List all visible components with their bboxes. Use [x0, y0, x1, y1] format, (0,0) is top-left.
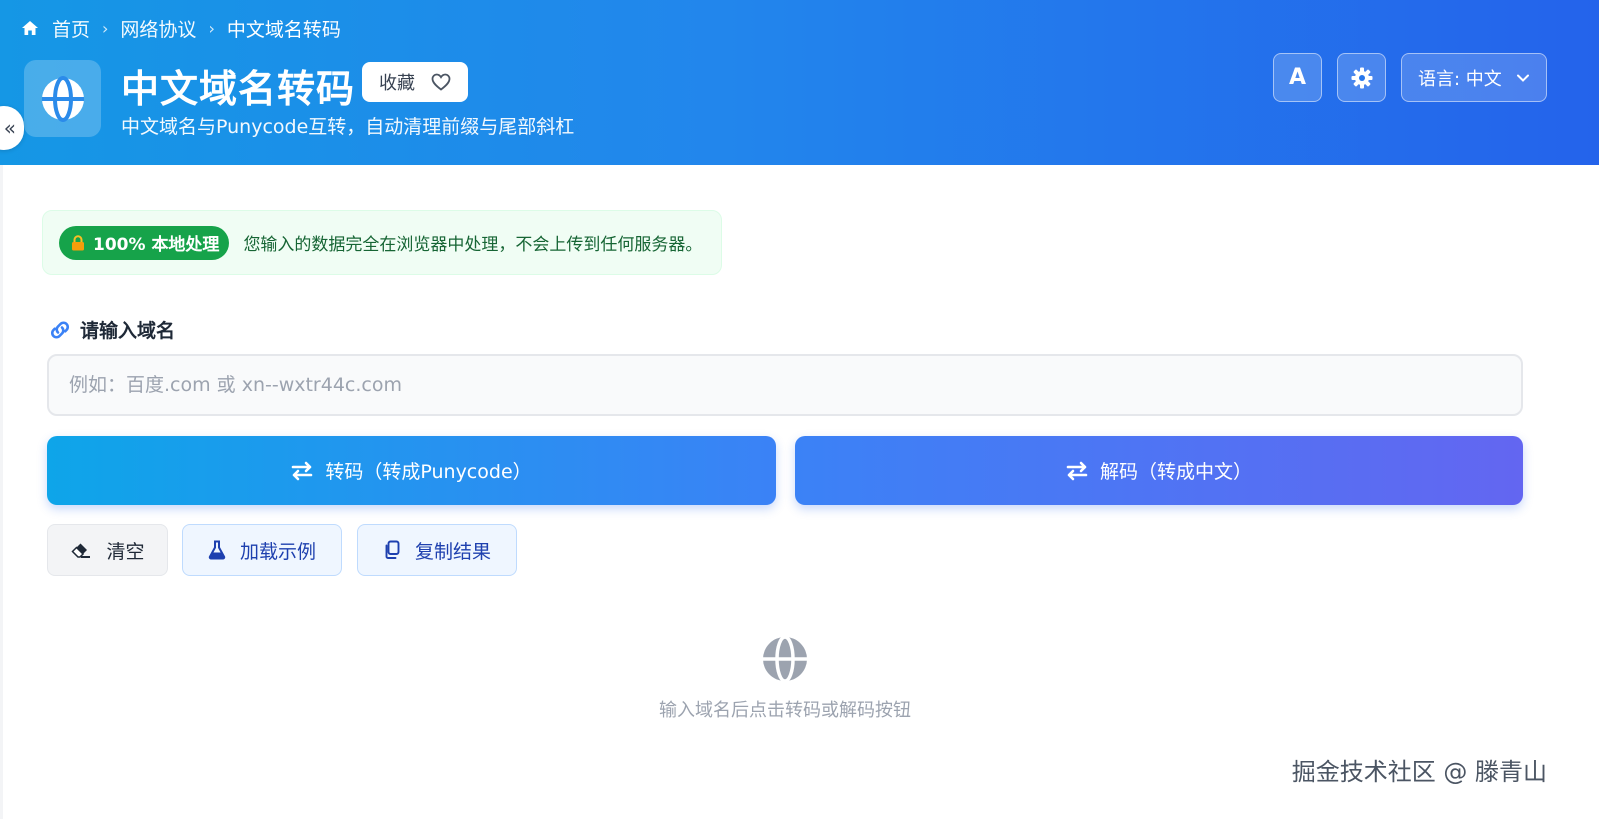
font-size-button[interactable]: A: [1273, 53, 1322, 102]
privacy-badge: 100% 本地处理: [59, 225, 230, 260]
sidebar-toggle-button[interactable]: «: [0, 106, 24, 150]
privacy-text: 您输入的数据完全在浏览器中处理，不会上传到任何服务器。: [243, 235, 703, 255]
app-icon: [24, 60, 101, 137]
font-icon: A: [1288, 65, 1307, 90]
heart-icon: [431, 73, 451, 91]
breadcrumb-home-link[interactable]: 首页: [52, 15, 90, 42]
swap-icon: [292, 461, 313, 480]
breadcrumb-current: 中文域名转码: [226, 18, 341, 41]
favorite-label: 收藏: [379, 73, 415, 94]
link-icon: [50, 320, 70, 339]
privacy-notice: 100% 本地处理 您输入的数据完全在浏览器中处理，不会上传到任何服务器。: [42, 210, 722, 275]
decode-button[interactable]: 解码（转成中文）: [795, 436, 1523, 505]
breadcrumb-category-link[interactable]: 网络协议: [120, 15, 196, 42]
privacy-badge-label: 100% 本地处理: [93, 235, 220, 255]
encode-button-label: 转码（转成Punycode）: [325, 461, 532, 483]
domain-input-label: 请输入域名: [48, 316, 175, 343]
gear-icon: [1351, 67, 1372, 88]
flask-icon: [208, 540, 226, 560]
empty-state-text: 输入域名后点击转码或解码按钮: [659, 700, 911, 721]
domain-input[interactable]: [47, 354, 1523, 416]
copy-icon: [385, 540, 400, 559]
lock-icon: [72, 234, 84, 250]
settings-button[interactable]: [1337, 53, 1386, 102]
globe-icon: [41, 75, 84, 122]
chevron-right-icon: ›: [102, 18, 109, 38]
page-subtitle: 中文域名与Punycode互转，自动清理前缀与尾部斜杠: [121, 116, 575, 138]
favorite-button[interactable]: 收藏: [362, 62, 468, 102]
watermark: 掘金技术社区 @ 滕青山: [1291, 758, 1547, 786]
chevrons-left-icon: «: [3, 116, 16, 140]
clear-button[interactable]: 清空: [47, 524, 168, 576]
chevron-down-icon: [1517, 74, 1529, 82]
home-icon[interactable]: [20, 18, 40, 38]
copy-result-label: 复制结果: [414, 540, 491, 563]
decode-button-label: 解码（转成中文）: [1099, 461, 1252, 483]
domain-input-label-text: 请输入域名: [80, 320, 176, 342]
swap-icon: [1066, 461, 1088, 480]
eraser-icon: [71, 543, 91, 558]
language-label: 语言: 中文: [1418, 68, 1502, 90]
page-title: 中文域名转码: [121, 67, 356, 111]
copy-result-button[interactable]: 复制结果: [357, 524, 517, 576]
clear-button-label: 清空: [106, 540, 145, 563]
load-example-button[interactable]: 加载示例: [182, 524, 342, 576]
globe-icon: [763, 636, 807, 682]
breadcrumb: 首页 › 网络协议 › 中文域名转码: [20, 14, 341, 42]
page-header: 首页 › 网络协议 › 中文域名转码 中文域名转码 收藏 中文域名与Punyco…: [0, 0, 1599, 165]
encode-button[interactable]: 转码（转成Punycode）: [47, 436, 776, 505]
language-select[interactable]: 语言: 中文: [1401, 53, 1547, 102]
load-example-label: 加载示例: [239, 540, 316, 563]
chevron-right-icon: ›: [208, 18, 215, 38]
page: 首页 › 网络协议 › 中文域名转码 中文域名转码 收藏 中文域名与Punyco…: [0, 0, 1599, 819]
